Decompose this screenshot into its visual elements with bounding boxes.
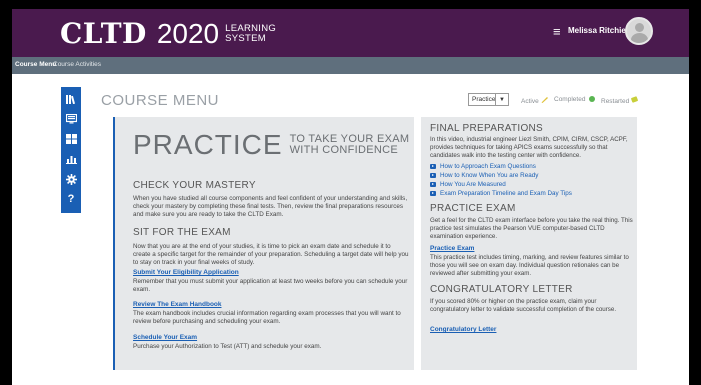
video-icon [430,173,436,178]
check-circle-icon [589,96,596,102]
video-icon [430,182,436,187]
chevron-down-icon[interactable]: ▼ [495,93,509,106]
brand-logo[interactable]: CLTD 2020 LEARNING SYSTEM [60,17,276,50]
monitor-icon[interactable] [61,111,81,127]
final-prep-text: In this video, industrial engineer Liezl… [430,136,628,159]
brand-subtitle: LEARNING SYSTEM [225,23,276,44]
nav-course-menu[interactable]: Course Menu [15,61,56,68]
eligibility-link[interactable]: Submit Your Eligibility Application [133,269,239,276]
check-mastery-title: CHECK YOUR MASTERY [133,180,256,191]
book-icon[interactable] [61,91,81,107]
final-prep-title: FINAL PREPARATIONS [430,123,544,134]
icon-rail: ? [61,87,81,213]
practice-exam-desc: This practice test includes timing, mark… [430,254,629,277]
main-content: COURSE MENU Practice ▼ Active Completed … [81,74,689,385]
video-link-label: How You Are Measured [440,181,506,188]
video-link[interactable]: Exam Preparation Timeline and Exam Day T… [430,190,572,197]
gear-icon[interactable] [61,171,81,187]
eraser-icon [631,96,638,105]
legend-active-label: Active [521,98,539,105]
top-header: CLTD 2020 LEARNING SYSTEM ≡ Melissa Ritc… [12,9,689,57]
congrats-title: CONGRATULATORY LETTER [430,284,573,295]
schedule-exam-link[interactable]: Schedule Your Exam [133,334,197,341]
video-link-label: How to Approach Exam Questions [440,163,536,170]
video-icon [430,164,436,169]
avatar[interactable] [625,17,653,45]
congrats-text: If you scored 80% or higher on the pract… [430,298,617,313]
help-icon[interactable]: ? [61,191,81,207]
legend-active: Active [521,96,549,105]
nav-course-activities[interactable]: Course Activities [53,61,101,68]
brand-year: 2020 [156,17,220,49]
eligibility-text: Remember that you must submit your appli… [133,278,408,293]
legend-completed: Completed [554,96,596,103]
legend-restarted-label: Restarted [601,98,630,105]
practice-exam-link[interactable]: Practice Exam [430,245,474,252]
legend-completed-label: Completed [554,96,586,103]
handbook-link[interactable]: Review The Exam Handbook [133,301,222,308]
handbook-text: The exam handbook includes crucial infor… [133,310,401,325]
congrats-letter-link[interactable]: Congratulatory Letter [430,326,496,333]
avatar-head-shape [635,23,644,32]
video-link-label: How to Know When You are Ready [440,172,539,179]
practice-exam-text: Get a feel for the CLTD exam interface b… [430,217,633,240]
avatar-body-shape [631,33,648,43]
practice-headline: PRACTICE [133,129,283,160]
hamburger-icon[interactable]: ≡ [553,24,561,39]
video-link-label: Exam Preparation Timeline and Exam Day T… [440,190,572,197]
page-title: COURSE MENU [101,92,220,109]
pencil-icon [541,97,549,105]
practice-tagline-line-2: WITH CONFIDENCE [289,144,398,156]
practice-tagline: TO TAKE YOUR EXAM WITH CONFIDENCE [290,134,410,156]
bar-chart-icon[interactable] [61,151,81,167]
sit-exam-text: Now that you are at the end of your stud… [133,243,409,266]
practice-heading: PRACTICE TO TAKE YOUR EXAM WITH CONFIDEN… [133,129,409,161]
grid-icon[interactable] [61,131,81,147]
schedule-exam-text: Purchase your Authorization to Test (ATT… [133,343,322,350]
video-link[interactable]: How You Are Measured [430,181,506,188]
legend-restarted: Restarted [601,96,638,105]
video-icon [430,191,436,196]
sit-exam-title: SIT FOR THE EXAM [133,227,231,238]
video-link[interactable]: How to Approach Exam Questions [430,163,536,170]
practice-panel: PRACTICE TO TAKE YOUR EXAM WITH CONFIDEN… [113,117,414,370]
brand-name: CLTD [60,17,147,50]
final-prep-panel: FINAL PREPARATIONS In this video, indust… [421,117,637,370]
user-name[interactable]: Melissa Ritchie [568,26,626,35]
brand-sub-line-2: SYSTEM [225,32,266,44]
secondary-nav: Course Menu Course Activities [12,57,689,74]
app-frame: CLTD 2020 LEARNING SYSTEM ≡ Melissa Ritc… [12,9,689,385]
practice-exam-title: PRACTICE EXAM [430,203,516,214]
video-link[interactable]: How to Know When You are Ready [430,172,538,179]
check-mastery-text: When you have studied all course compone… [133,195,408,218]
